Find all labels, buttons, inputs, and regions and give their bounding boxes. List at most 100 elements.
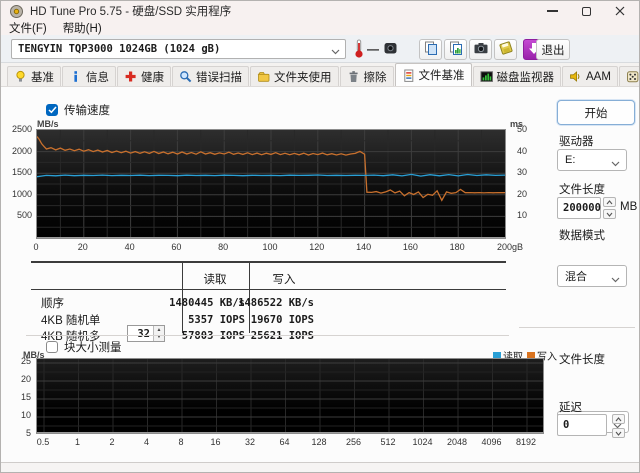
close-button[interactable] [603,1,637,21]
x-tick-label: 140 [356,242,372,252]
tab-error-scan[interactable]: 错误扫描 [172,66,249,86]
y-tick-label: 1500 [11,167,32,178]
drive-select-dropdown[interactable]: TENGYIN TQP3000 1024GB (1024 gB) [11,39,346,59]
minimize-button[interactable] [535,1,569,21]
latency-value: 0 [563,419,570,431]
checkbox-unchecked-icon [46,341,58,353]
tab-label: 信息 [86,71,109,84]
exit-button[interactable]: 退出 [536,39,570,60]
tab-label: 文件基准 [418,70,465,82]
save-button[interactable] [494,39,517,60]
latency-spinner[interactable] [612,414,625,438]
section-divider [26,335,509,336]
spinner-up-icon[interactable] [612,414,625,424]
latency-input[interactable]: 0 [557,414,607,436]
save-icon [498,40,514,59]
latency-label: 延迟 [559,402,582,414]
file-benchmark-icon [402,69,415,82]
file-length-spinner[interactable] [603,197,616,219]
x-tick-label: 8 [178,437,184,447]
menu-help[interactable]: 帮助(H) [55,21,110,35]
spinner-down-icon[interactable] [603,209,616,219]
menu-bar: 文件(F) 帮助(H) [1,21,639,35]
title-bar: HD Tune Pro 5.75 - 硬盘/SSD 实用程序 [1,1,639,21]
copy-icon [423,40,439,59]
tab-benchmark[interactable]: 基准 [7,66,61,86]
file-length-value: 200000 [563,202,601,214]
tab-label: 磁盘监视器 [496,71,555,84]
random-access-icon [626,70,639,83]
y-axis-unit: MB/s [37,119,59,129]
tab-erase[interactable]: 擦除 [339,66,394,86]
y2-tick-label: 50 [516,124,527,134]
transfer-speed-checkbox[interactable]: 传输速度 [46,102,110,118]
x-tick-label: 16 [210,437,221,447]
tab-folder-usage[interactable]: 文件夹使用 [250,66,339,86]
x-tick-label: 32 [244,437,255,447]
app-icon [9,4,24,19]
table-header-border [31,289,506,290]
data-mode-dropdown[interactable]: 混合 [557,265,627,287]
status-bar [1,462,639,472]
x-tick-label: 4096 [481,437,502,447]
tab-random-access[interactable]: 随机访问 [618,66,639,86]
x-tick-label: 200gB [496,242,524,252]
camera-icon [473,40,489,59]
copy-button[interactable] [419,39,442,60]
y2-tick-label: 10 [516,210,527,221]
drive-dropdown[interactable]: E: [557,149,627,171]
x-tick-label: 80 [218,242,229,252]
tab-bar: 基准信息健康错误扫描文件夹使用擦除文件基准磁盘监视器AAM随机访问额外测试 [1,63,639,87]
spinner-down-icon[interactable] [612,428,625,438]
x-tick-label: 2 [109,437,115,447]
data-mode-value: 混合 [565,271,587,283]
toolbar-buttons [419,39,544,60]
folder-usage-icon [257,70,270,83]
x-tick-label: 0.5 [36,437,50,447]
x-tick-label: 512 [380,437,396,447]
x-tick-label: 1024 [412,437,433,447]
y2-tick-label: 30 [516,167,527,178]
table-top-border [31,261,506,263]
hd-tune-window: HD Tune Pro 5.75 - 硬盘/SSD 实用程序 文件(F) 帮助(… [0,0,640,473]
screenshot-button[interactable] [469,39,492,60]
x-tick-label: 20 [77,242,88,252]
start-button[interactable]: 开始 [557,100,635,125]
tab-label: 错误扫描 [196,71,242,84]
queue-depth-value: 32 [137,327,150,340]
x-tick-label: 4 [143,437,149,447]
file-length-unit: MB [620,201,638,213]
tab-aam[interactable]: AAM [562,66,618,86]
x-tick-label: 120 [309,242,325,252]
erase-icon [347,70,360,83]
spinner-up-icon[interactable] [603,197,616,207]
disk-monitor-icon [480,70,493,83]
tab-file-benchmark[interactable]: 文件基准 [394,63,472,86]
y-tick-label: 15 [20,392,31,402]
transfer-speed-label: 传输速度 [64,105,110,117]
drive-dropdown-value: E: [565,154,576,166]
x-tick-label: 256 [345,437,362,447]
thermometer-icon [351,38,367,63]
y2-tick-label: 40 [516,145,527,156]
window-title: HD Tune Pro 5.75 - 硬盘/SSD 实用程序 [30,6,232,18]
tab-label: 基准 [31,71,54,84]
tab-info[interactable]: 信息 [62,66,116,86]
health-icon [124,70,137,83]
file-benchmark-panel: 传输速度 MB/s ms 读取 写入 顺序 1480445 KB/s 14865… [1,87,639,462]
x-tick-label: 1 [74,437,80,447]
aam-icon [569,70,582,83]
menu-file[interactable]: 文件(F) [1,21,55,35]
copy-results-button[interactable] [444,39,467,60]
temperature-settings-icon[interactable] [383,40,398,59]
tab-health[interactable]: 健康 [117,66,171,86]
file-length-input[interactable]: 200000 [557,197,601,219]
drive-label: 驱动器 [559,136,594,148]
block-size-chart [36,358,544,436]
x-tick-label: 128 [311,437,327,447]
4kb-multi-write-value: 25621 IOPS [250,330,314,342]
maximize-button[interactable] [569,1,603,21]
tab-disk-monitor[interactable]: 磁盘监视器 [472,66,561,86]
block-size-checkbox[interactable]: 块大小测量 [46,339,122,355]
4kb-single-write-value: 19670 IOPS [250,314,314,326]
